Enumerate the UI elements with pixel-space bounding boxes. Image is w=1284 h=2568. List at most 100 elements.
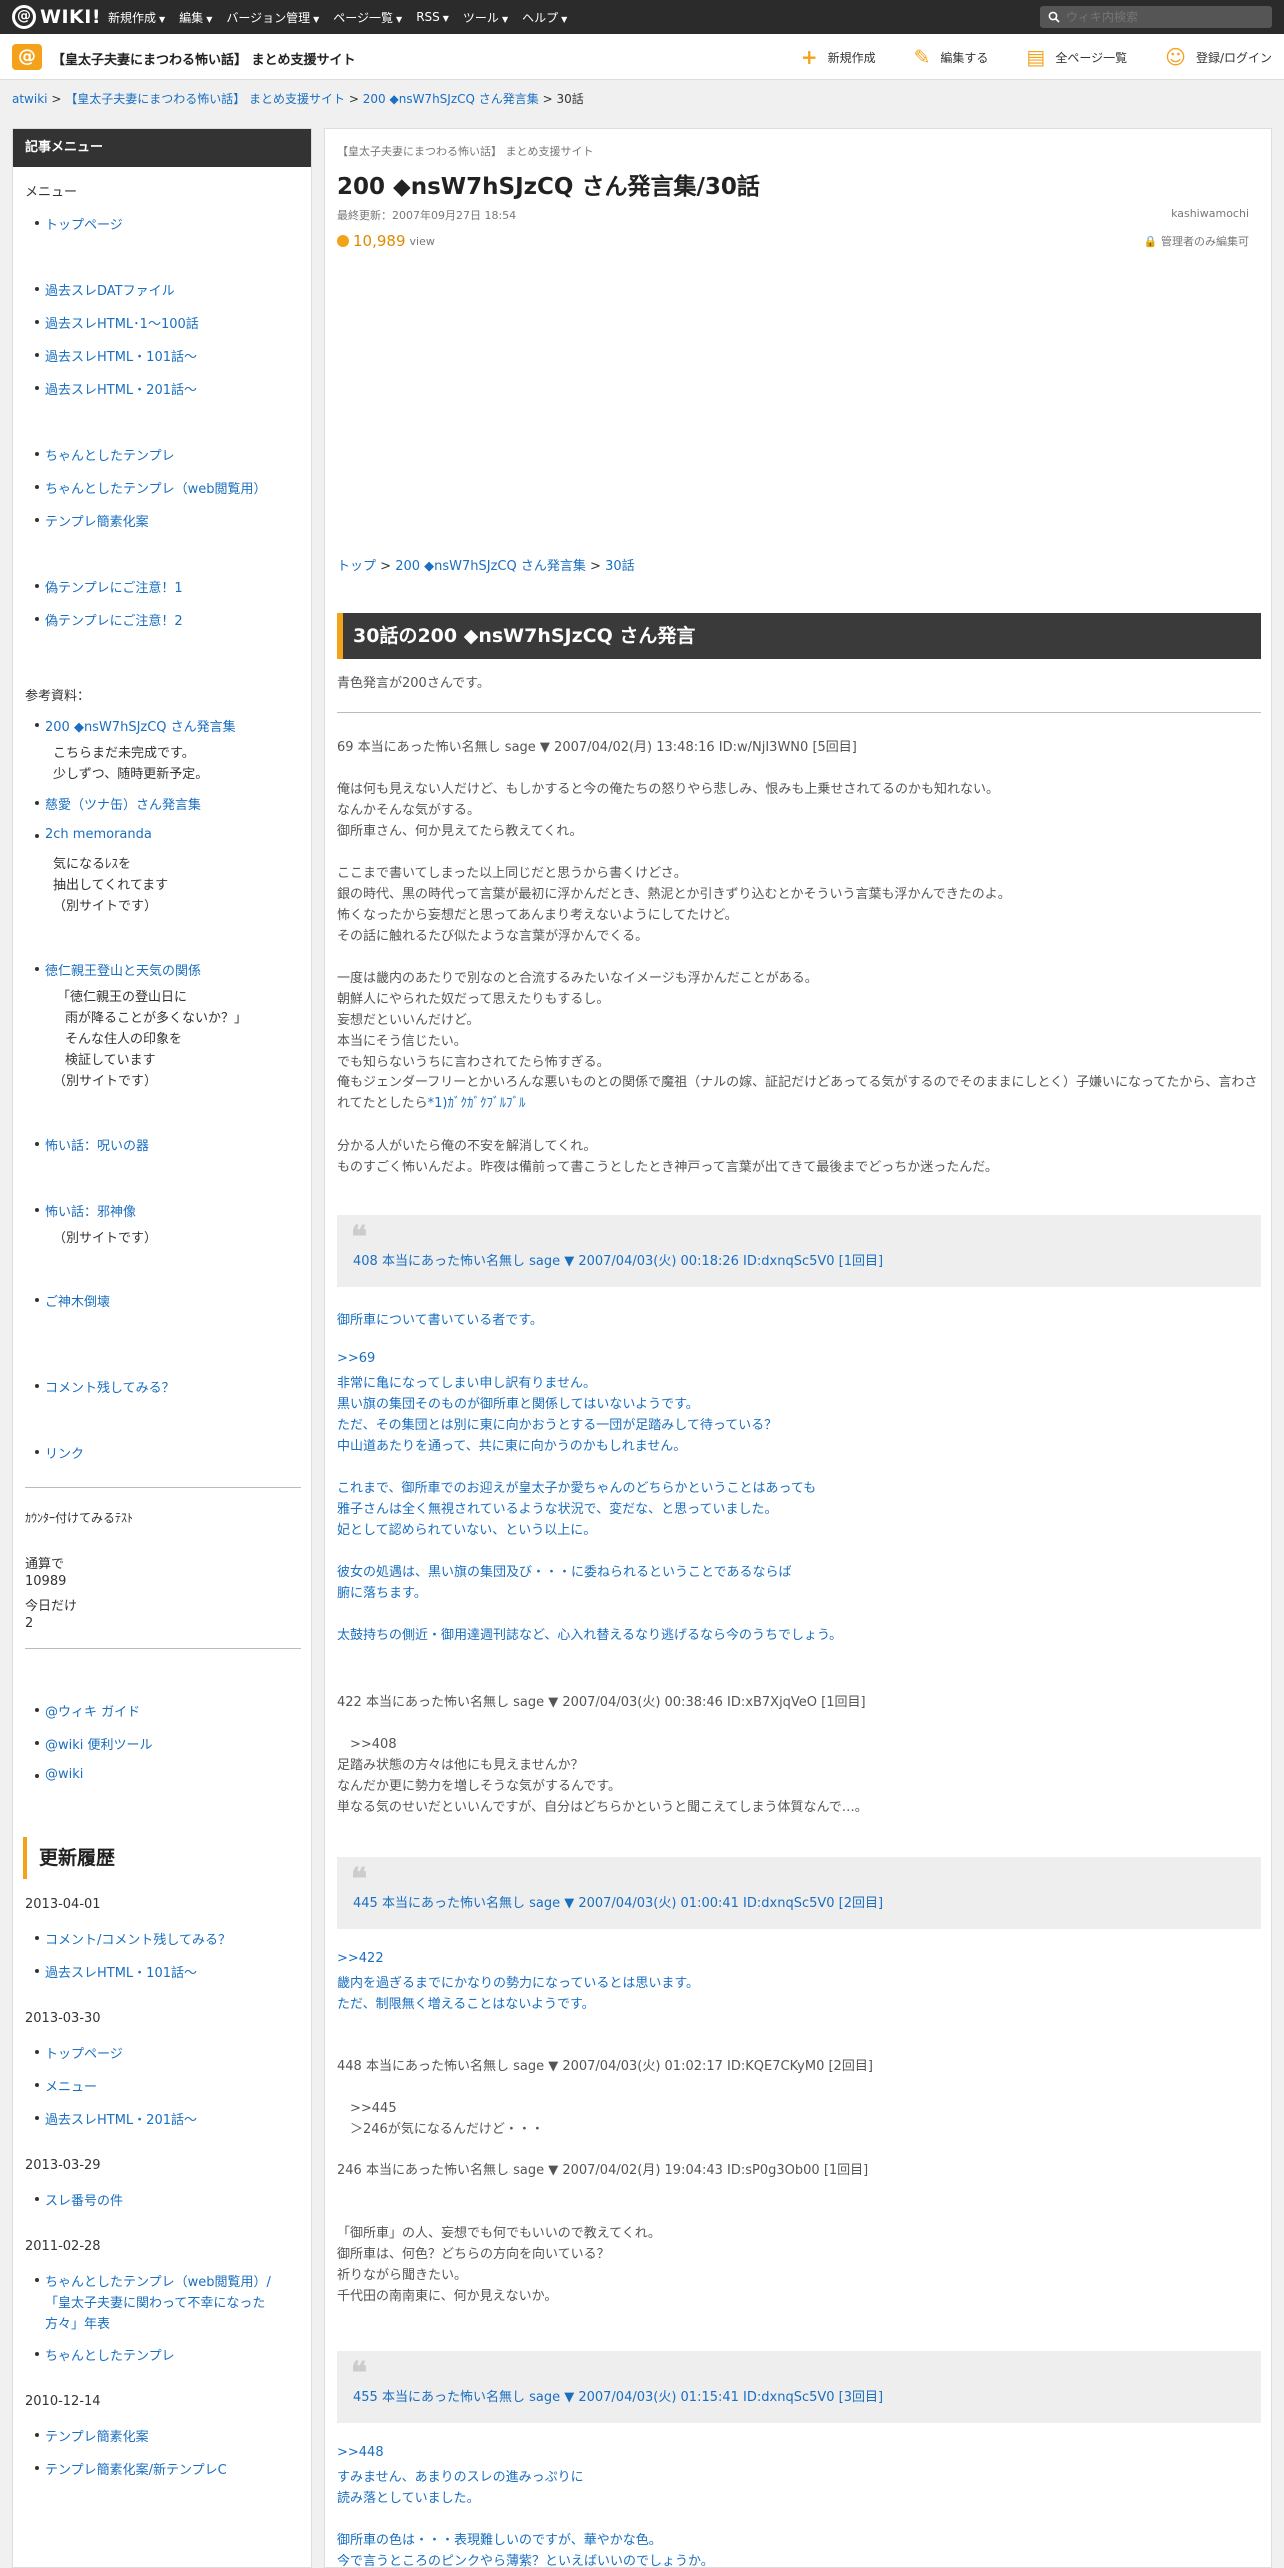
- crumb-parent[interactable]: 200 ◆nsW7hSJzCQ さん発言集: [363, 92, 539, 106]
- site-icon[interactable]: @: [12, 44, 42, 70]
- caret-down-icon: ▼: [159, 14, 166, 24]
- post-line: 足踏み状態の方々は他にも見えませんか？: [337, 1758, 584, 1773]
- post-line: これまで、御所車でのお迎えが皇太子か愛ちゃんのどちらかということはあっても: [337, 1481, 817, 1496]
- menu-label: メニュー: [25, 185, 78, 200]
- update-item-cont[interactable]: 「皇太子夫妻に関わって不幸になった: [45, 2292, 265, 2311]
- post-line: 一度は畿内のあたりで別なのと合流するみたいなイメージも浮かんだことがある。: [337, 971, 818, 986]
- update-item-cont[interactable]: 方々」年表: [45, 2313, 110, 2332]
- sidebar-item-template-simple[interactable]: テンプレ簡素化案: [35, 511, 149, 530]
- sidebar-item-curse[interactable]: 怖い話：呪いの器: [34, 1135, 149, 1154]
- post-line: 読み落としていました。: [337, 2491, 480, 2506]
- atwiki-logo[interactable]: @ WIKI!: [12, 4, 101, 30]
- post-line: 怖くなったから妄想だと思ってあんまり考えないようにしてたけど。: [337, 908, 738, 923]
- sidebar-item-guide[interactable]: @ウィキ ガイド: [34, 1701, 140, 1720]
- ref-label: 参考資料：: [25, 689, 91, 704]
- divider: [25, 1487, 301, 1488]
- site-title[interactable]: 【皇太子夫妻にまつわる怖い話】 まとめ支援サイト: [52, 49, 356, 68]
- quote-block: ❝ 408 本当にあった怖い名無し sage ▼ 2007/04/03(火) 0…: [337, 1215, 1261, 1287]
- edit-label: 編集する: [940, 50, 989, 65]
- caret-down-icon: ▼: [313, 14, 320, 24]
- search-icon[interactable]: [1048, 11, 1060, 23]
- sidebar-item-atwiki[interactable]: @wiki: [34, 1767, 83, 1782]
- quote-icon: ❝: [351, 1862, 368, 1897]
- post-header: 422 本当にあった怖い名無し sage ▼ 2007/04/03(火) 00:…: [337, 1695, 866, 1710]
- nav-rss[interactable]: RSS ▼: [416, 10, 449, 24]
- caret-down-icon: ▼: [501, 14, 509, 24]
- update-item[interactable]: テンプレ簡素化案/新テンプレC: [35, 2459, 227, 2478]
- post-line: 千代田の南南東に、何か見えないか。: [337, 2289, 558, 2304]
- sidebar-item-jiai[interactable]: 慈愛（ツナ缶）さん発言集: [34, 794, 201, 813]
- post-line: 朝鮮人にやられた奴だって思えたりもするし。: [337, 992, 610, 1007]
- sidebar-item-template-web[interactable]: ちゃんとしたテンプレ（web閲覧用）: [35, 478, 267, 497]
- nav-new[interactable]: 新規作成 ▼: [108, 9, 165, 26]
- update-item[interactable]: 過去スレHTML・201話～: [35, 2109, 197, 2128]
- update-item[interactable]: スレ番号の件: [34, 2190, 123, 2209]
- sidebar-item-html201[interactable]: 過去スレHTML・201話～: [35, 379, 197, 398]
- crumb-atwiki[interactable]: atwiki: [12, 92, 48, 106]
- wiki-search: [1040, 6, 1272, 28]
- nav-edit[interactable]: 編集 ▼: [179, 9, 212, 26]
- page-crumb-parent[interactable]: 200 ◆nsW7hSJzCQ さん発言集: [395, 559, 586, 574]
- nav-version[interactable]: バージョン管理 ▼: [226, 9, 319, 26]
- post-line: 単なる気のせいだといいんですが、自分はどちらかというと聞こえてしまう体質なんで……: [337, 1800, 868, 1815]
- sidebar-item-tools[interactable]: @wiki 便利ツール: [35, 1734, 153, 1753]
- update-item[interactable]: ちゃんとしたテンプレ: [35, 2345, 175, 2364]
- sidebar-item-html1[interactable]: 過去スレHTML･1～100話: [35, 313, 199, 332]
- nav-help[interactable]: ヘルプ ▼: [522, 9, 567, 26]
- update-date: 2011-02-28: [25, 2239, 101, 2254]
- post-line: 御所車さん、何か見えてたら教えてくれ。: [337, 824, 583, 839]
- page-crumb-top[interactable]: トップ: [337, 559, 376, 574]
- post-line: >>422: [337, 1951, 384, 1966]
- update-item[interactable]: ちゃんとしたテンプレ（web閲覧用）/: [35, 2271, 271, 2290]
- update-date: 2013-03-30: [25, 2011, 101, 2026]
- page-crumb-current[interactable]: 30話: [605, 559, 635, 574]
- sidebar-item-memoranda[interactable]: 2ch memoranda: [35, 827, 152, 842]
- login-button[interactable]: ☺ 登録/ログイン: [1165, 47, 1272, 67]
- post-line: ここまで書いてしまった以上同じだと思うから書くけどさ。: [337, 866, 687, 881]
- counter-total: 10989: [25, 1574, 67, 1589]
- sidebar-item-html101[interactable]: 過去スレHTML・101話～: [35, 346, 197, 365]
- caret-down-icon: ▼: [396, 14, 403, 24]
- sidebar-item-top[interactable]: トップページ: [35, 214, 123, 233]
- sidebar-item-link[interactable]: リンク: [34, 1443, 84, 1462]
- sidebar-item-jashin[interactable]: 怖い話：邪神像: [34, 1201, 136, 1220]
- divider: [25, 1648, 301, 1649]
- new-page-button[interactable]: + 新規作成: [801, 47, 876, 67]
- sidebar-item-fake2[interactable]: 偽テンプレにご注意！2: [35, 610, 183, 629]
- sidebar-item-tokuhito[interactable]: 徳仁親王登山と天気の関係: [34, 960, 201, 979]
- user-add-icon: ☺: [1165, 45, 1186, 69]
- footnote-link[interactable]: *1)ｶﾞｸｶﾞｸﾌﾞﾙﾌﾞﾙ: [428, 1096, 526, 1111]
- divider: [337, 712, 1261, 713]
- post-line: 黒い旗の集団そのものが御所車と関係してはいないようです。: [337, 1397, 699, 1412]
- update-item[interactable]: コメント/コメント残してみる？: [35, 1929, 231, 1948]
- sidebar-item-template[interactable]: ちゃんとしたテンプレ: [35, 445, 175, 464]
- all-pages-label: 全ページ一覧: [1055, 50, 1128, 65]
- update-item[interactable]: メニュー: [34, 2076, 97, 2095]
- sidebar-item-fake1[interactable]: 偽テンプレにご注意！1: [35, 577, 183, 596]
- nav-tools[interactable]: ツール ▼: [463, 9, 508, 26]
- update-item[interactable]: トップページ: [35, 2043, 123, 2062]
- post-line: 雅子さんは全く無視されているような状況で、変だな、と思っていました。: [337, 1502, 778, 1517]
- sidebar-item-shinboku[interactable]: ご神木倒壊: [34, 1291, 110, 1310]
- all-pages-button[interactable]: ▤ 全ページ一覧: [1026, 47, 1127, 67]
- search-input[interactable]: [1066, 10, 1266, 24]
- post-line: 御所車について書いている者です。: [337, 1313, 543, 1328]
- pencil-icon: ✎: [913, 45, 931, 69]
- update-item[interactable]: テンプレ簡素化案: [35, 2426, 149, 2445]
- update-item[interactable]: 過去スレHTML・101話～: [35, 1962, 197, 1981]
- crumb-site[interactable]: 【皇太子夫妻にまつわる怖い話】 まとめ支援サイト: [65, 92, 345, 106]
- update-date: 2013-04-01: [25, 1897, 101, 1912]
- post-line: なんかそんな気がする。: [337, 803, 481, 818]
- note-text: 雨が降ることが多くないか？」: [65, 1011, 248, 1026]
- update-history-title: 更新履歴: [23, 1837, 303, 1879]
- sidebar-item-200[interactable]: 200 ◆nsW7hSJzCQ さん発言集: [35, 716, 236, 735]
- post-line: 俺もジェンダーフリーとかいろんな悪いものとの関係で魔祖（ナルの嫁、証記だけどあっ…: [337, 1072, 1261, 1114]
- sidebar-item-dat[interactable]: 過去スレDATファイル: [35, 280, 175, 299]
- logo-text: WIKI!: [40, 6, 101, 28]
- crumb-sep: >: [51, 92, 62, 106]
- nav-pages[interactable]: ページ一覧 ▼: [333, 9, 402, 26]
- edit-button[interactable]: ✎ 編集する: [914, 47, 989, 67]
- sidebar-item-comment[interactable]: コメント残してみる？: [35, 1377, 175, 1396]
- post-line: 本当にそう信じたい。: [337, 1034, 467, 1049]
- note-text: 「徳仁親王の登山日に: [57, 990, 188, 1005]
